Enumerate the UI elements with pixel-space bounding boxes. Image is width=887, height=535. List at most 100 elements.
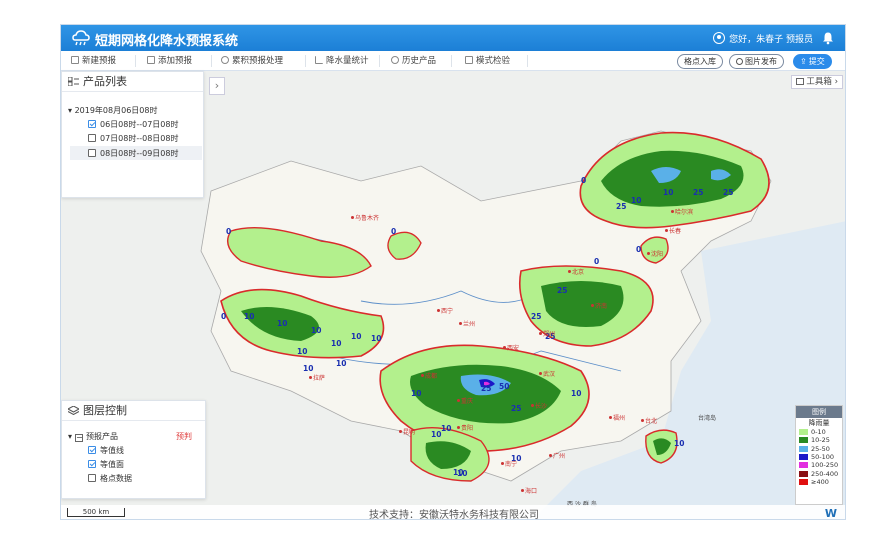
toolbox-icon [796, 78, 805, 85]
city-label: 重庆 [457, 396, 473, 405]
legend-swatch [799, 437, 808, 444]
contour-label: 10 [277, 319, 287, 328]
city-label: 海口 [521, 486, 537, 495]
circle-icon [736, 58, 743, 65]
toolbox-label: 工具箱 [806, 77, 832, 87]
layer-control-title: 图层控制 [83, 404, 127, 417]
credit-text: 技术支持：安徽沃特水务科技有限公司 [369, 510, 539, 520]
contour-label: 0 [581, 176, 586, 185]
product-list-panel: 产品列表 ▾ 2019年08月06日08时 06日08时--07日08时 07日… [61, 71, 204, 198]
user-area[interactable]: 您好，朱春子 预报员 [713, 31, 835, 45]
product-item-label: 06日08时--07日08时 [100, 120, 179, 129]
legend-item: 0-10 [796, 428, 842, 436]
product-list-header: 产品列表 [62, 72, 203, 92]
legend-swatch [799, 445, 808, 452]
user-avatar-icon [713, 32, 726, 44]
history-button[interactable]: 历史产品 [387, 54, 440, 68]
tree-node-date[interactable]: ▾ 2019年08月06日08时 [68, 105, 157, 116]
city-label: 兰州 [459, 319, 475, 328]
toolbar-divider [211, 55, 212, 67]
app-title: 短期网格化降水预报系统 [95, 34, 239, 49]
product-item[interactable]: 08日08时--09日08时 [70, 146, 202, 160]
layer-root-label: 预报产品 [86, 432, 119, 441]
new-forecast-label: 新建预报 [82, 56, 117, 66]
search-icon [221, 56, 229, 64]
model-check-label: 模式检验 [476, 56, 511, 66]
product-item[interactable]: 07日08时--08日08时 [88, 133, 179, 144]
checkbox[interactable] [88, 446, 96, 454]
grid-import-button[interactable]: 格点入库 [677, 54, 723, 69]
user-greeting: 您好，朱春子 预报员 [729, 34, 813, 45]
checkbox[interactable] [88, 474, 96, 482]
contour-label: 25 [693, 188, 703, 197]
product-item[interactable]: 06日08时--07日08时 [88, 119, 179, 130]
collapse-panel-button[interactable]: › [209, 77, 225, 95]
checkbox[interactable] [88, 120, 96, 128]
legend-label: 10-25 [811, 436, 830, 445]
legend-label: 250-400 [811, 469, 839, 478]
contour-label: 25 [481, 384, 491, 393]
city-label: 广州 [549, 451, 565, 460]
legend-panel: 图例 降雨量 0-10 10-25 25-50 50-100 100-250 250-40… [795, 405, 843, 505]
contour-label: 10 [411, 389, 421, 398]
main-toolbar: 新建预报 添加预报 累积预报处理 降水量统计 历史产品 模式检验 格点入库 图片… [61, 51, 845, 71]
legend-label: ≥400 [811, 477, 829, 486]
contour-label: 10 [371, 334, 381, 343]
image-publish-label: 图片发布 [745, 57, 777, 66]
layer-root-tag[interactable]: 预判 [176, 431, 192, 442]
contour-label: 10 [441, 424, 451, 433]
add-forecast-button[interactable]: 添加预报 [143, 54, 196, 68]
history-label: 历史产品 [402, 56, 437, 66]
city-label: 乌鲁木齐 [351, 213, 379, 222]
contour-label: 0 [226, 227, 231, 236]
accumulate-forecast-label: 累积预报处理 [232, 56, 284, 66]
city-label: 西安 [503, 343, 519, 352]
checkbox[interactable] [88, 460, 96, 468]
city-label: 长沙 [531, 401, 547, 410]
image-publish-button[interactable]: 图片发布 [729, 54, 784, 69]
layer-root-node[interactable]: ▾ − 预报产品 [68, 431, 118, 442]
checkbox[interactable] [88, 149, 96, 157]
accumulate-forecast-button[interactable]: 累积预报处理 [217, 54, 287, 68]
layer-item-label: 等值线 [100, 446, 124, 455]
contour-label: 10 [351, 332, 361, 341]
new-forecast-button[interactable]: 新建预报 [67, 54, 120, 68]
precip-stats-button[interactable]: 降水量统计 [311, 54, 373, 68]
contour-label: 10 [663, 188, 673, 197]
layer-item-label: 格点数据 [100, 474, 132, 483]
document-icon [465, 56, 473, 64]
city-label: 福州 [609, 413, 625, 422]
contour-label: 10 [431, 430, 441, 439]
contour-label: 0 [391, 227, 396, 236]
contour-label: 25 [511, 404, 521, 413]
model-check-button[interactable]: 模式检验 [461, 54, 514, 68]
submit-button[interactable]: ⇪ 提交 [793, 54, 832, 69]
layer-item[interactable]: 格点数据 [88, 473, 132, 484]
contour-label: 10 [674, 439, 684, 448]
legend-swatch [799, 470, 808, 477]
city-label: 成都 [421, 371, 437, 380]
layer-control-panel: 图层控制 ▾ − 预报产品 预判 等值线 等值面 格点数据 [61, 400, 206, 499]
city-label: 长春 [665, 226, 681, 235]
legend-label: 0-10 [811, 428, 826, 437]
layer-item[interactable]: 等值线 [88, 445, 124, 456]
city-label: 拉萨 [309, 373, 325, 382]
collapse-icon[interactable]: − [75, 434, 84, 442]
contour-label: 10 [331, 339, 341, 348]
city-label: 哈尔滨 [671, 207, 693, 216]
contour-label: 0 [221, 312, 226, 321]
clock-icon [391, 56, 399, 64]
bell-icon[interactable] [821, 31, 835, 45]
layer-item[interactable]: 等值面 [88, 459, 124, 470]
product-item-label: 08日08时--09日08时 [100, 149, 179, 158]
bar-chart-icon [315, 56, 323, 64]
checkbox[interactable] [88, 134, 96, 142]
upload-icon: ⇪ [800, 57, 807, 66]
toolbox-button[interactable]: 工具箱 › [791, 75, 843, 89]
edit-icon [147, 56, 155, 64]
city-label: 南宁 [501, 459, 517, 468]
chevron-right-icon: › [834, 77, 838, 87]
contour-label: 10 [453, 468, 463, 477]
caret-down-icon: ▾ [68, 432, 73, 441]
contour-label: 25 [616, 202, 626, 211]
